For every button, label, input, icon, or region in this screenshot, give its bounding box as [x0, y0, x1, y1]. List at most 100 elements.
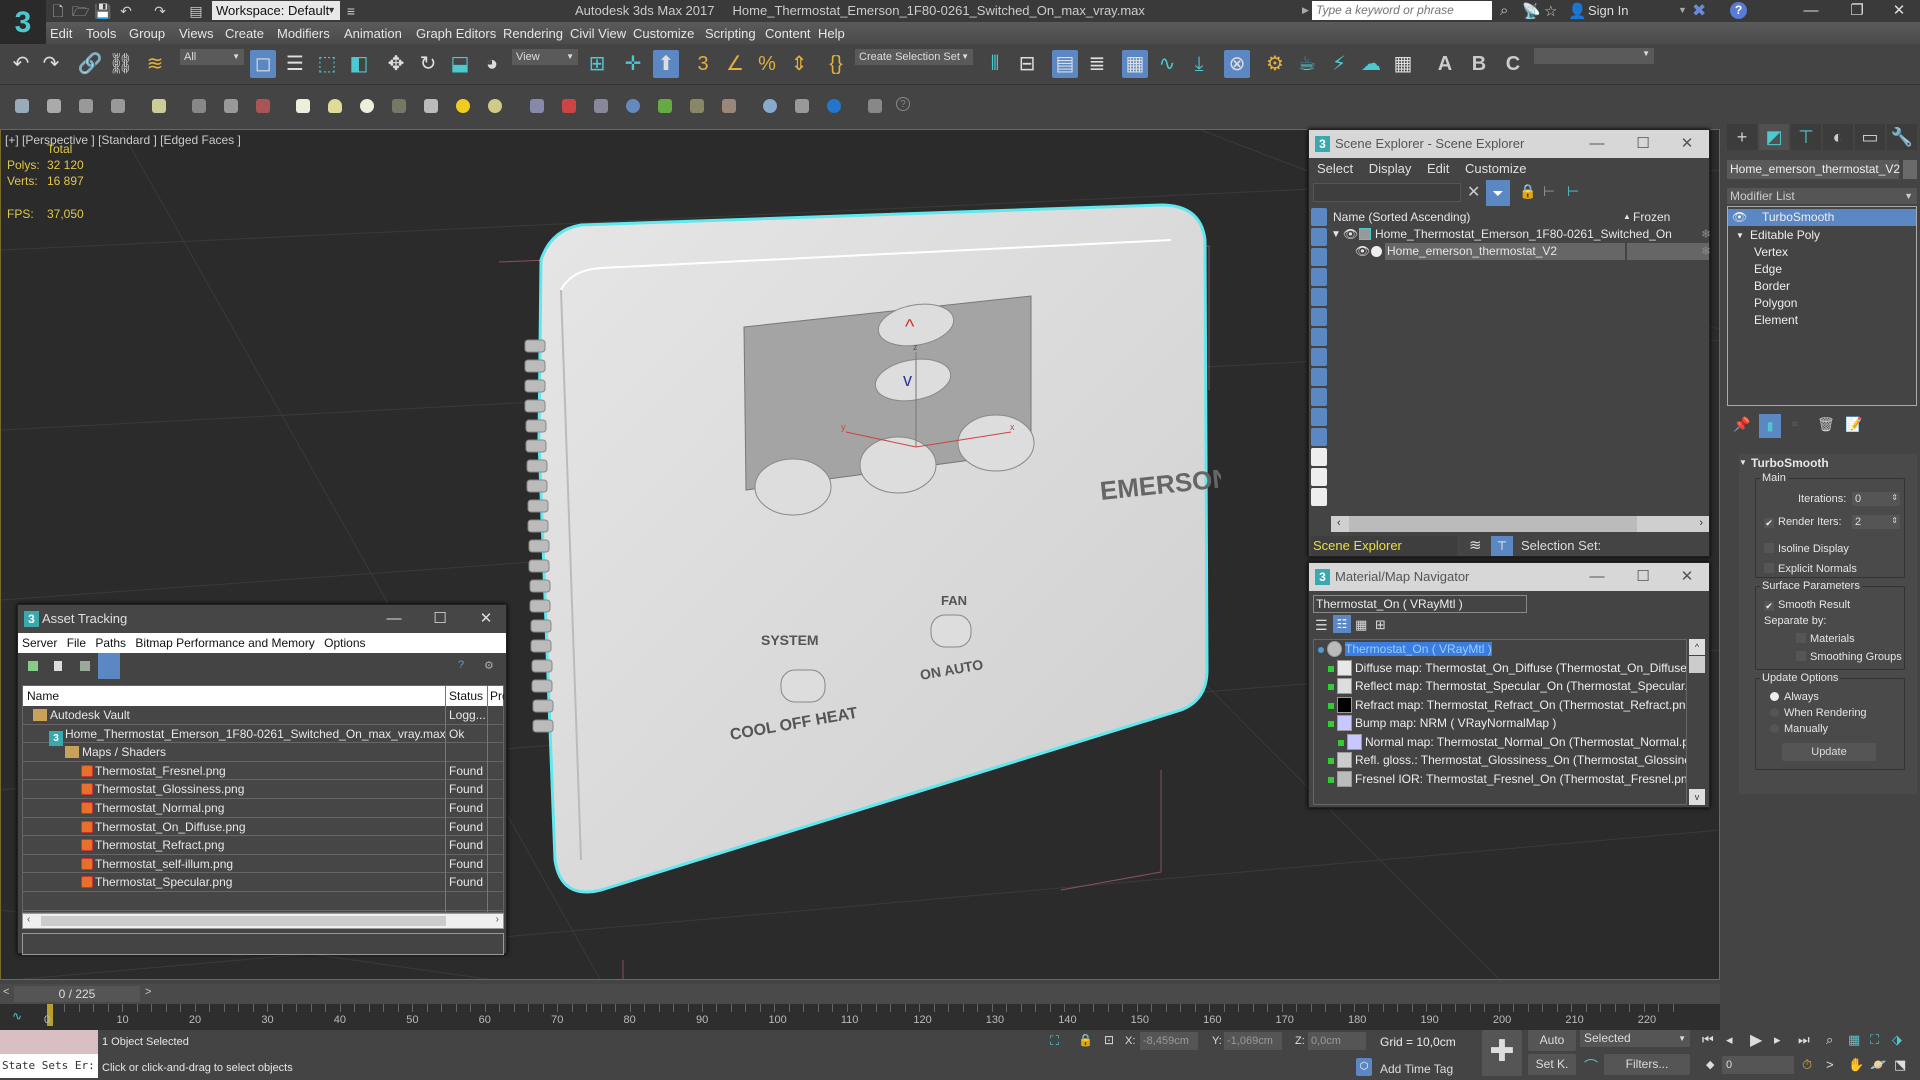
mirror-icon[interactable]: ⫴ — [982, 50, 1008, 78]
column-proxy[interactable]: Pro — [490, 686, 504, 706]
scrollbar-thumb[interactable] — [1689, 656, 1705, 673]
expand-icon[interactable]: ▼ — [1736, 227, 1744, 244]
stack-item-border[interactable]: Border — [1728, 278, 1916, 295]
bind-space-warp-icon[interactable]: ≋ — [142, 50, 168, 78]
help-icon[interactable]: ? — [896, 97, 910, 111]
menu-modifiers[interactable]: Modifiers — [277, 26, 330, 41]
object-name-field[interactable]: Home_emerson_thermostat_V2 — [1727, 160, 1900, 179]
angle-snap-icon[interactable]: ∠ — [722, 50, 748, 78]
menu-help[interactable]: Help — [818, 26, 845, 41]
maximize-button[interactable]: ☐ — [418, 605, 462, 633]
set-key-button[interactable]: Set K. — [1528, 1054, 1576, 1075]
filter-icon[interactable]: ⏷ — [1486, 180, 1510, 206]
table-row[interactable]: Thermostat_self-illum.png Found — [23, 855, 503, 874]
render-grid-icon[interactable]: ▦ — [1390, 50, 1416, 78]
sphere-icon[interactable] — [360, 99, 374, 113]
prev-frame-button[interactable]: < — [3, 986, 9, 998]
create-tab-icon[interactable]: + — [1727, 124, 1757, 150]
box-icon[interactable] — [296, 99, 310, 113]
material-navigator-titlebar[interactable]: 3 Material/Map Navigator — ☐ ✕ — [1309, 563, 1709, 591]
undo-icon[interactable]: ↶ — [118, 3, 134, 19]
small-icons-view-icon[interactable]: ▦ — [1355, 617, 1367, 633]
animal-icon[interactable] — [690, 99, 704, 113]
table-row[interactable]: Autodesk Vault Logg... — [23, 706, 503, 725]
when-rendering-radio[interactable]: When Rendering — [1770, 707, 1867, 719]
selection-lock-icon[interactable]: 🔒 — [1078, 1033, 1093, 1047]
manually-radio[interactable]: Manually — [1770, 723, 1828, 735]
list-icon[interactable] — [79, 99, 93, 113]
toggle-scene-explorer-icon[interactable]: ▤ — [1052, 50, 1078, 78]
render-preset-dropdown[interactable]: ▼ — [1534, 48, 1654, 64]
viewport-label[interactable]: [+] [Perspective ] [Standard ] [Edged Fa… — [5, 133, 241, 147]
go-to-end-icon[interactable]: ⏭ — [1798, 1032, 1810, 1048]
menu-content[interactable]: Content — [765, 26, 811, 41]
lights-filter-icon[interactable] — [1311, 248, 1327, 266]
unlink-icon[interactable]: ⛓ — [108, 50, 134, 78]
minimize-button[interactable]: — — [1575, 130, 1619, 158]
menu-views[interactable]: Views — [179, 26, 213, 41]
table-row[interactable]: Thermostat_Fresnel.png Found — [23, 762, 503, 781]
light-icon[interactable] — [152, 99, 166, 113]
minimize-button[interactable]: — — [1788, 0, 1834, 22]
large-icons-view-icon[interactable]: ⊞ — [1375, 617, 1386, 633]
menu-tools[interactable]: Tools — [86, 26, 116, 41]
menu-graph-editors[interactable]: Graph Editors — [416, 26, 496, 41]
geometry-filter-icon[interactable] — [1311, 208, 1327, 226]
menu-create[interactable]: Create — [225, 26, 264, 41]
help-icon[interactable]: ? — [458, 659, 464, 671]
render-preset-c-icon[interactable]: C — [1500, 50, 1526, 78]
motion-tab-icon[interactable]: ◐ — [1823, 124, 1853, 150]
set-key-big-button[interactable]: ✚ — [1482, 1030, 1522, 1076]
table-icon[interactable] — [111, 99, 125, 113]
bones-filter-icon[interactable] — [1311, 368, 1327, 386]
z-coordinate-field[interactable]: 0,0cm — [1308, 1032, 1366, 1050]
go-to-start-icon[interactable]: ⏮ — [1702, 1032, 1714, 1048]
horizontal-scrollbar[interactable]: ‹ › — [22, 913, 504, 929]
plane-icon[interactable] — [530, 99, 544, 113]
hierarchy-expand-icon[interactable]: ⊢ — [1567, 183, 1579, 200]
teapot-primitive-icon[interactable] — [392, 99, 406, 113]
material-tree-item[interactable]: Normal map: Thermostat_Normal_On (Thermo… — [1314, 733, 1686, 752]
menu-paths[interactable]: Paths — [95, 636, 126, 650]
iterations-spinner[interactable]: 0 ⇕ — [1852, 492, 1900, 506]
vray-sphere-icon[interactable] — [763, 99, 777, 113]
next-frame-button[interactable]: > — [145, 986, 151, 998]
curve-editor-icon[interactable]: ∿ — [1154, 50, 1180, 78]
hierarchy-mode-icon[interactable]: ⊤ — [1491, 536, 1513, 556]
cone-icon[interactable] — [424, 99, 438, 113]
collapse-icon[interactable]: ▼ — [1739, 458, 1747, 467]
expand-icon[interactable]: ▼ — [1331, 226, 1341, 243]
menu-server[interactable]: Server — [22, 636, 57, 650]
schematic-view-icon[interactable]: ⤓ — [1186, 50, 1212, 78]
maximize-button[interactable]: ☐ — [1621, 130, 1665, 158]
xrefs-filter-icon[interactable] — [1311, 348, 1327, 366]
invert-icon[interactable] — [1311, 488, 1327, 506]
customize-quick-access-icon[interactable]: ≡ — [343, 3, 359, 19]
settings-icon[interactable]: ⚙ — [484, 659, 494, 672]
frozen-filter-icon[interactable] — [1311, 408, 1327, 426]
eye-icon[interactable]: 👁 — [1343, 226, 1358, 243]
groups-filter-icon[interactable] — [1311, 328, 1327, 346]
communication-center-icon[interactable]: 📡 — [1522, 2, 1541, 20]
table-view-icon[interactable] — [98, 653, 120, 679]
cameras-filter-icon[interactable] — [1311, 268, 1327, 286]
display-tab-icon[interactable]: ▭ — [1855, 124, 1885, 150]
scene-explorer-titlebar[interactable]: 3 Scene Explorer - Scene Explorer — ☐ ✕ — [1309, 130, 1709, 158]
current-frame-field[interactable]: 0 — [1722, 1056, 1794, 1074]
stack-item-edge[interactable]: Edge — [1728, 261, 1916, 278]
material-tree-item[interactable]: Diffuse map: Thermostat_On_Diffuse (Ther… — [1314, 659, 1686, 678]
toggle-ribbon-icon[interactable]: ▦ — [1122, 50, 1148, 78]
isolate-selection-icon[interactable]: ⛶ — [1050, 1033, 1059, 1049]
scene-item[interactable]: ▼ 👁 Home_Thermostat_Emerson_1F80-0261_Sw… — [1331, 226, 1711, 243]
hemisphere-icon[interactable] — [328, 99, 342, 113]
redo-icon[interactable]: ↷ — [38, 50, 64, 78]
material-tree-item[interactable]: Refl. gloss.: Thermostat_Glossiness_On (… — [1314, 751, 1686, 770]
select-by-name-icon[interactable]: ☰ — [282, 50, 308, 78]
sun-icon[interactable] — [456, 99, 470, 113]
stack-item-editable-poly[interactable]: ▼ Editable Poly — [1728, 227, 1916, 244]
render-iters-spinner[interactable]: 2 ⇕ — [1852, 515, 1900, 529]
close-button[interactable]: ✕ — [1665, 563, 1709, 591]
menu-edit[interactable]: Edit — [50, 26, 72, 41]
freeze-icon[interactable]: ❄ — [1701, 226, 1711, 243]
table-row[interactable]: Thermostat_Normal.png Found — [23, 799, 503, 818]
